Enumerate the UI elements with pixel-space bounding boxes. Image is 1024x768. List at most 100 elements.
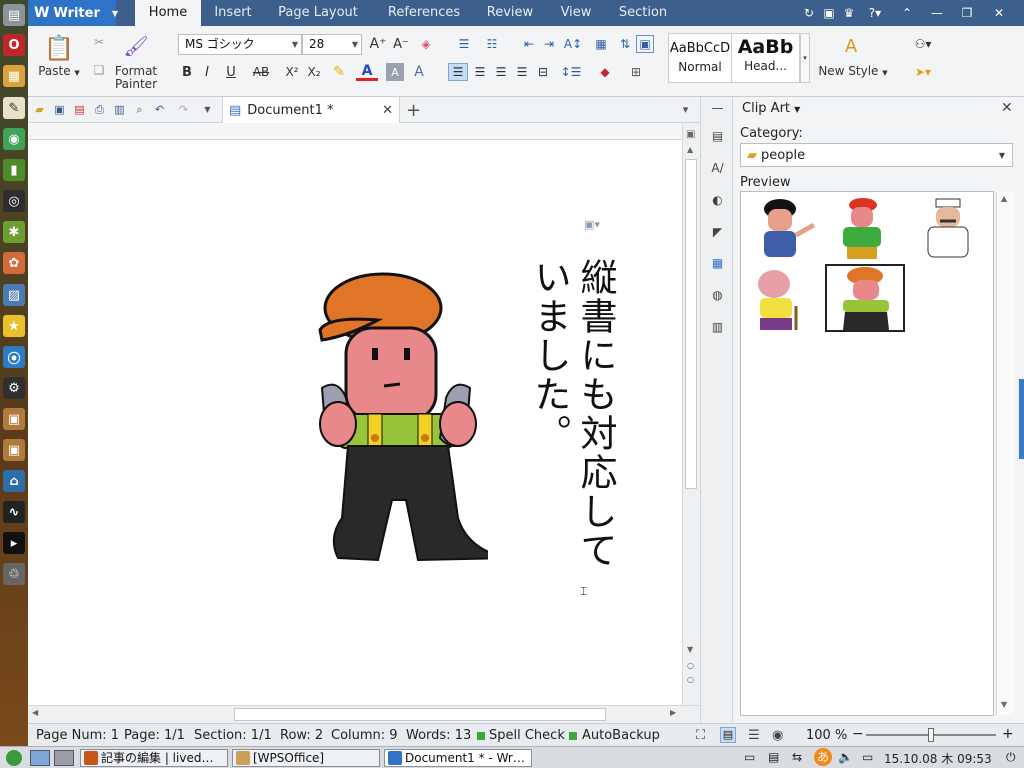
web-view-icon[interactable]: ◉ (772, 728, 783, 743)
task-file-manager[interactable]: [WPSOffice] (232, 749, 380, 767)
media-player-icon[interactable]: ◎ (3, 190, 25, 212)
scroll-right-icon[interactable]: ▶ (670, 708, 676, 717)
save-icon[interactable]: ▣ (52, 102, 67, 117)
tab-page-layout[interactable]: Page Layout (265, 0, 371, 26)
pane-resize-handle[interactable] (1019, 379, 1024, 459)
start-menu-icon[interactable] (6, 750, 22, 766)
vertical-scrollbar[interactable]: ▣ ▲ ▼ ○ ○ (682, 123, 700, 705)
subscript-button[interactable]: X₂ (304, 63, 324, 81)
tab-insert[interactable]: Insert (201, 0, 265, 26)
page-num[interactable]: Page Num: 1 (36, 728, 119, 743)
redo-icon[interactable]: ↷ (176, 102, 191, 117)
paste-icon[interactable]: 📋 (42, 32, 76, 64)
skin-icon[interactable]: ♛ (840, 4, 858, 22)
clipart-businessman[interactable] (744, 195, 822, 261)
superscript-button[interactable]: X² (282, 63, 302, 81)
network-icon[interactable]: ⦿ (3, 346, 25, 368)
text-effect-icon[interactable]: A (408, 63, 430, 81)
align-left-icon[interactable]: ☰ (448, 63, 468, 81)
horizontal-scrollbar[interactable]: ◀ ▶ (28, 705, 700, 723)
show-marks-icon[interactable]: ▣ (636, 35, 654, 53)
ruler-toggle-icon[interactable]: ▣ (686, 129, 695, 140)
app-menu-button[interactable]: W Writer ▼ (28, 0, 118, 26)
bullet-list-icon[interactable]: ☰ (452, 35, 476, 53)
cut-icon[interactable]: ✂ (90, 34, 108, 50)
align-right-icon[interactable]: ☰ (491, 63, 511, 81)
trash-icon[interactable]: ♲ (3, 563, 25, 585)
char-shading-icon[interactable]: A (386, 63, 404, 81)
tab-section[interactable]: Section (609, 0, 677, 26)
help-icon[interactable]: ?▾ (862, 4, 888, 22)
outline-view-icon[interactable]: ☰ (748, 728, 760, 743)
align-center-icon[interactable]: ☰ (470, 63, 490, 81)
chat-icon[interactable]: ◉ (3, 128, 25, 150)
page-count[interactable]: Page: 1/1 (124, 728, 185, 743)
vertical-text-column-2[interactable]: いました。 (526, 258, 572, 453)
tab-home[interactable]: Home (135, 0, 201, 26)
new-tab-icon[interactable]: + (406, 100, 421, 121)
select-arrow-icon[interactable]: ➤▾ (908, 63, 938, 81)
minimize-icon[interactable]: — (928, 4, 946, 22)
highlight-icon[interactable]: ✎ (328, 63, 350, 81)
close-tab-icon[interactable]: ✕ (382, 103, 393, 118)
clear-format-icon[interactable]: ◈ (416, 35, 436, 53)
sort-icon[interactable]: ⇅ (616, 35, 634, 53)
font-size-select[interactable]: 28 ▼ (302, 34, 362, 55)
pane-toggle-icon[interactable]: — (709, 100, 726, 117)
autobackup[interactable]: AutoBackup (582, 728, 660, 743)
bug-icon[interactable]: ✱ (3, 221, 25, 243)
font-color-icon[interactable]: A (356, 63, 378, 81)
paste-options-icon[interactable]: ▣▾ (584, 218, 600, 231)
terminal-icon[interactable]: ▸ (3, 532, 25, 554)
package-install-icon[interactable]: ▣ (3, 439, 25, 461)
zoom-out-icon[interactable]: − (852, 726, 864, 742)
style-normal[interactable]: AaBbCcD Normal (668, 33, 732, 83)
find-binoculars-icon[interactable]: ⚇▾ (908, 35, 938, 53)
document-properties-icon[interactable]: ▥ (709, 319, 726, 336)
find-icon[interactable]: ⌕ (132, 102, 147, 117)
new-document-icon[interactable]: ▤ (709, 128, 726, 145)
restore-icon[interactable]: ❐ (958, 4, 976, 22)
battery-icon[interactable]: ▭ (744, 750, 755, 764)
font-name-select[interactable]: MS ゴシック ▼ (178, 34, 302, 55)
mechanic-clipart[interactable] (308, 268, 488, 564)
print-preview-icon[interactable]: ▥ (112, 102, 127, 117)
text-direction-icon[interactable]: A↕ (562, 35, 584, 53)
store-icon[interactable]: ⌂ (3, 470, 25, 492)
open-icon[interactable]: ▰ (32, 102, 47, 117)
hscroll-thumb[interactable] (234, 708, 606, 721)
justify-icon[interactable]: ☰ (512, 63, 532, 81)
scroll-left-icon[interactable]: ◀ (32, 708, 38, 717)
tab-references[interactable]: References (371, 0, 477, 26)
task-writer[interactable]: Document1 * - Wr… (384, 749, 532, 767)
customize-toolbar-icon[interactable]: ▼ (200, 102, 215, 117)
style-heading[interactable]: AaBb Head... (732, 33, 800, 83)
document-page[interactable]: ▣▾ 縦書にも対応して いました。 ⌶ (28, 140, 682, 705)
scroll-down-icon[interactable]: ▼ (687, 645, 693, 654)
export-pdf-icon[interactable]: ▤ (72, 102, 87, 117)
prev-page-icon[interactable]: ○ (687, 661, 694, 670)
scroll-up-icon[interactable]: ▲ (687, 145, 693, 154)
decrease-indent-icon[interactable]: ⇤ (520, 35, 538, 53)
vertical-text-column-1[interactable]: 縦書にも対応して (572, 258, 618, 570)
numbered-list-icon[interactable]: ☷ (480, 35, 504, 53)
tab-menu-icon[interactable]: ▾ (678, 102, 693, 117)
format-painter-button[interactable]: Format Painter (108, 65, 164, 91)
new-style-icon[interactable]: A (838, 34, 864, 58)
tab-view[interactable]: View (543, 0, 609, 26)
close-icon[interactable]: ✕ (990, 4, 1008, 22)
grow-font-icon[interactable]: A⁺ (368, 35, 388, 53)
zoom-level[interactable]: 100 % (806, 728, 847, 743)
collapse-ribbon-icon[interactable]: ⌃ (898, 4, 916, 22)
scroll-thumb[interactable] (685, 159, 697, 489)
volume-icon[interactable]: 🔈 (838, 750, 853, 764)
paste-button[interactable]: Paste ▼ (34, 65, 84, 80)
task-browser[interactable]: 記事の編集 | lived… (80, 749, 228, 767)
tab-review[interactable]: Review (477, 0, 543, 26)
bold-button[interactable]: B (178, 63, 196, 81)
zoom-slider-thumb[interactable] (928, 728, 934, 742)
page-view-icon[interactable]: ▤ (720, 727, 736, 743)
underline-button[interactable]: U (220, 63, 242, 81)
clipart-worker[interactable] (827, 195, 905, 261)
account-icon[interactable]: ▣ (820, 4, 838, 22)
